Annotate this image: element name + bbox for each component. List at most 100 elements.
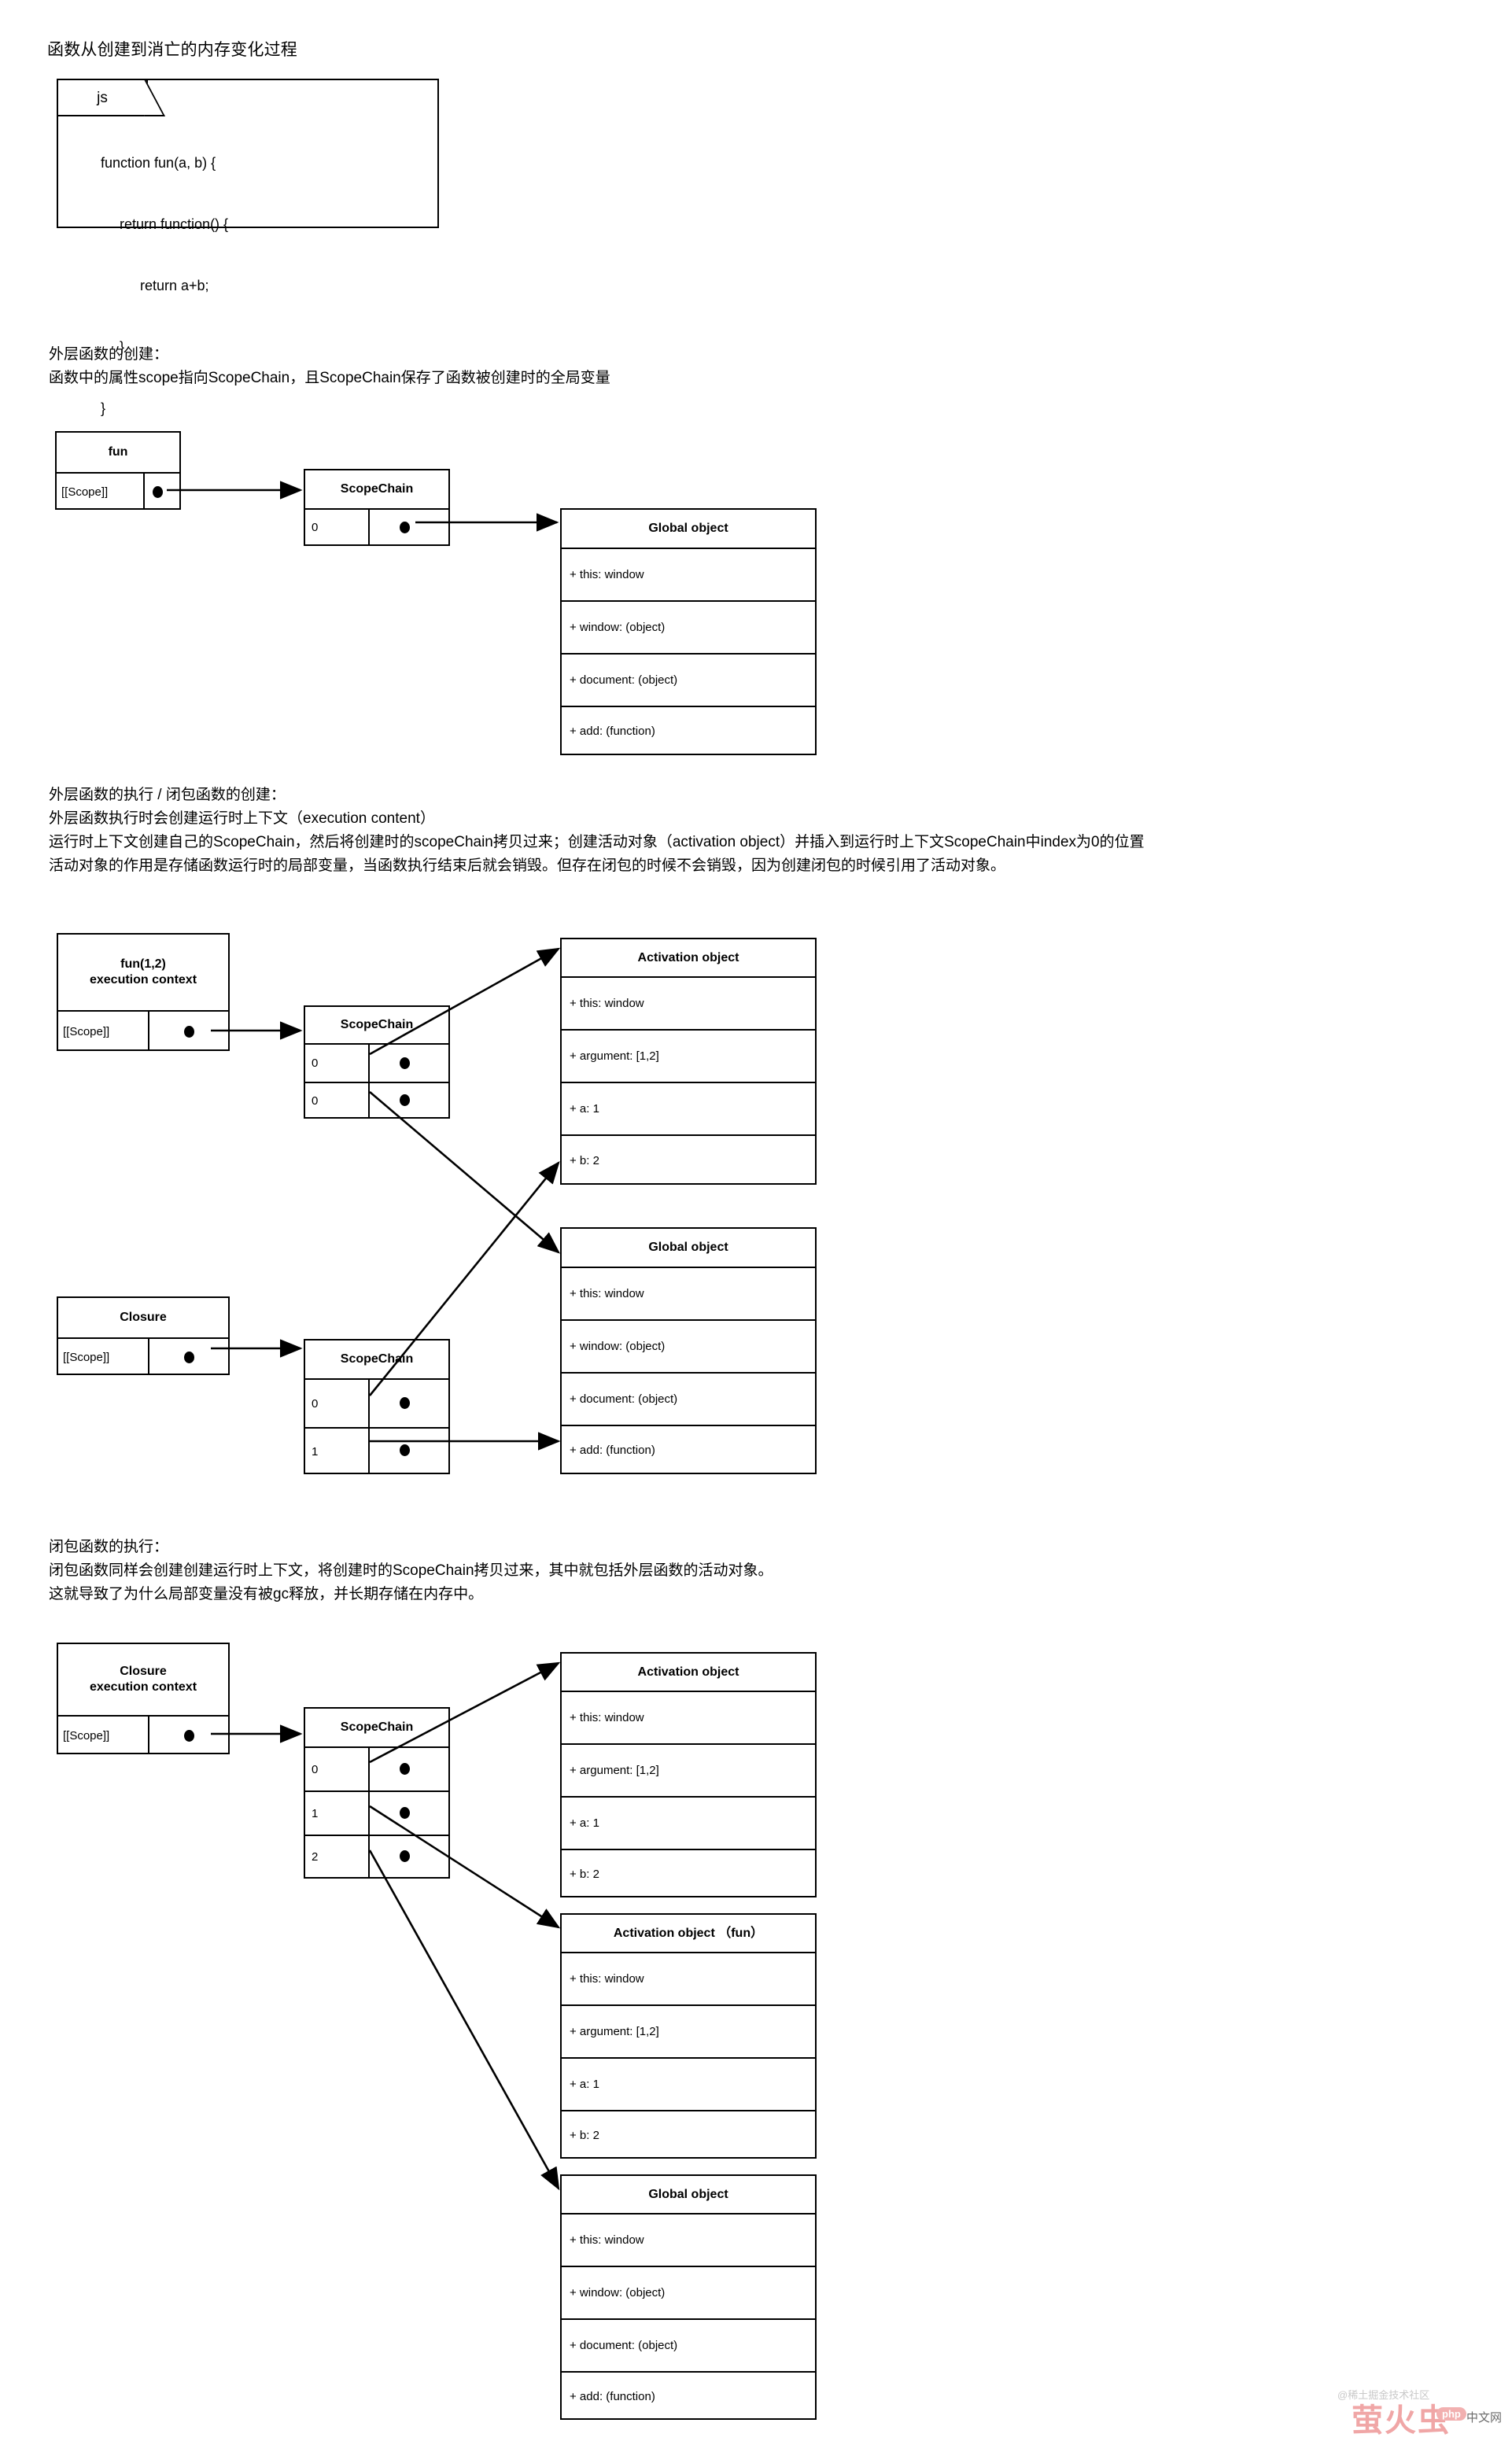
scopechain-index: 1 (305, 1792, 370, 1835)
watermark-badge-wrap: php (1436, 2407, 1466, 2421)
global-object-title: Global object (648, 2187, 728, 2201)
activation-object-row: + a: 1 (562, 1796, 815, 1849)
exec-title-line2: execution context (89, 1680, 197, 1694)
activation-object-row: + a: 1 (562, 1082, 815, 1134)
pointer-dot-icon (400, 522, 410, 533)
global-object-row: + document: (object) (562, 1372, 815, 1425)
exec-scope-pointer-cell (149, 1012, 228, 1051)
scopechain-index: 0 (305, 1380, 370, 1427)
section2-body-line: 活动对象的作用是存储函数运行时的局部变量，当函数执行结束后就会销毁。但存在闭包的… (49, 857, 1006, 874)
closure-scope-label: [[Scope]] (58, 1339, 149, 1375)
code-card: js function fun(a, b) { return function(… (57, 79, 439, 416)
pointer-dot-icon (184, 1352, 194, 1363)
pointer-dot-icon (400, 1094, 410, 1106)
scopechain-pointer-cell (370, 1380, 448, 1427)
activation-object-row: + this: window (562, 976, 815, 1029)
scopechain-index: 0 (305, 510, 370, 544)
global-object-row: + window: (object) (562, 1319, 815, 1372)
closure-box: Closure [[Scope]] (57, 1296, 230, 1375)
global-object-box: Global object + this: window + window: (… (560, 508, 817, 755)
activation-object-row: + argument: [1,2] (562, 1029, 815, 1082)
activation-object-row: + b: 2 (562, 1849, 815, 1897)
pointer-dot-icon (400, 1057, 410, 1069)
activation-object-title: Activation object (637, 950, 739, 964)
exec-scopechain-box: ScopeChain 0 0 (304, 1005, 450, 1119)
section3-heading: 闭包函数的执行： (49, 1539, 169, 1555)
global-object-row: + add: (function) (562, 2371, 815, 2420)
global-object-row: + window: (object) (562, 2266, 815, 2318)
activation-object-row: + this: window (562, 1691, 815, 1743)
exec-scope-label: [[Scope]] (58, 1717, 149, 1754)
scopechain-pointer-cell (370, 1083, 448, 1119)
fun-execution-context-title: fun(1,2) execution context (58, 935, 228, 1010)
section3-body-line: 闭包函数同样会创建创建运行时上下文，将创建时的ScopeChain拷贝过来，其中… (49, 1562, 773, 1579)
activation-object-fun-box: Activation object （fun） + this: window +… (560, 1913, 817, 2159)
global-object-title: Global object (648, 1241, 728, 1254)
global-object-box: Global object + this: window + window: (… (560, 2174, 817, 2420)
pointer-dot-icon (400, 1444, 410, 1456)
fun-execution-context-box: fun(1,2) execution context [[Scope]] (57, 933, 230, 1051)
scopechain-index: 0 (305, 1748, 370, 1790)
global-object-row: + this: window (562, 548, 815, 600)
scopechain-box: ScopeChain 0 (304, 469, 450, 546)
code-line: return function() { (120, 216, 229, 232)
global-object-title: Global object (648, 522, 728, 535)
closure-scope-pointer-cell (149, 1339, 228, 1375)
fun-box: fun [[Scope]] (55, 431, 181, 510)
closure-exec-scopechain-box: ScopeChain 0 1 2 (304, 1707, 450, 1879)
exec-title-line1: Closure (120, 1665, 167, 1678)
pointer-dot-icon (400, 1807, 410, 1819)
closure-scopechain-box: ScopeChain 0 1 (304, 1339, 450, 1474)
scopechain-pointer-cell (370, 1429, 448, 1474)
section3-body-line: 这就导致了为什么局部变量没有被gc释放，并长期存储在内存中。 (49, 1586, 484, 1602)
global-object-box: Global object + this: window + window: (… (560, 1227, 817, 1474)
activation-object-fun-row: + b: 2 (562, 2110, 815, 2159)
scopechain-pointer-cell (370, 1748, 448, 1790)
scopechain-pointer-cell (370, 1792, 448, 1835)
code-block: function fun(a, b) { return function() {… (58, 80, 437, 459)
activation-object-box: Activation object + this: window + argum… (560, 938, 817, 1185)
global-object-row: + document: (object) (562, 653, 815, 706)
fun-scope-label: [[Scope]] (57, 474, 145, 510)
activation-object-fun-row: + a: 1 (562, 2057, 815, 2110)
exec-scopechain-title: ScopeChain (340, 1018, 414, 1031)
global-object-row: + window: (object) (562, 600, 815, 653)
global-object-row: + add: (function) (562, 706, 815, 755)
section1-heading: 外层函数的创建： (49, 346, 169, 363)
section2-body-line: 外层函数执行时会创建运行时上下文（execution content） (49, 810, 435, 827)
pointer-dot-icon (400, 1850, 410, 1862)
pointer-dot-icon (153, 486, 163, 498)
pointer-dot-icon (400, 1397, 410, 1409)
pointer-dot-icon (184, 1730, 194, 1742)
global-object-row: + this: window (562, 1267, 815, 1319)
section2-heading: 外层函数的执行 / 闭包函数的创建： (49, 787, 286, 803)
page-title: 函数从创建到消亡的内存变化过程 (47, 41, 297, 59)
scopechain-pointer-cell (370, 1045, 448, 1082)
section1-body-line: 函数中的属性scope指向ScopeChain，且ScopeChain保存了函数… (49, 370, 610, 386)
code-line: function fun(a, b) { (101, 155, 216, 171)
watermark-badge: php (1436, 2407, 1466, 2421)
scopechain-title: ScopeChain (340, 1720, 414, 1734)
activation-object-fun-row: + argument: [1,2] (562, 2004, 815, 2057)
scopechain-index: 2 (305, 1836, 370, 1877)
closure-execution-context-title: Closure execution context (58, 1644, 228, 1715)
global-object-row: + add: (function) (562, 1425, 815, 1474)
fun-scope-pointer-cell (145, 474, 179, 510)
code-language-tab: js (58, 80, 165, 116)
scopechain-index: 0 (305, 1083, 370, 1119)
section2-body-line: 运行时上下文创建自己的ScopeChain，然后将创建时的scopeChain拷… (49, 834, 1145, 850)
closure-box-title: Closure (120, 1311, 167, 1324)
closure-execution-context-box: Closure execution context [[Scope]] (57, 1643, 230, 1754)
pointer-dot-icon (400, 1763, 410, 1775)
exec-scope-pointer-cell (149, 1717, 228, 1754)
closure-scopechain-title: ScopeChain (340, 1352, 414, 1366)
exec-title-line2: execution context (89, 973, 197, 986)
code-line: } (101, 400, 106, 416)
scopechain-index: 1 (305, 1429, 370, 1474)
fun-box-title: fun (108, 445, 128, 459)
activation-object-row: + b: 2 (562, 1134, 815, 1185)
activation-object-title: Activation object (637, 1665, 739, 1679)
scopechain-title: ScopeChain (340, 482, 414, 496)
scopechain-index: 0 (305, 1045, 370, 1082)
exec-title-line1: fun(1,2) (120, 957, 166, 971)
